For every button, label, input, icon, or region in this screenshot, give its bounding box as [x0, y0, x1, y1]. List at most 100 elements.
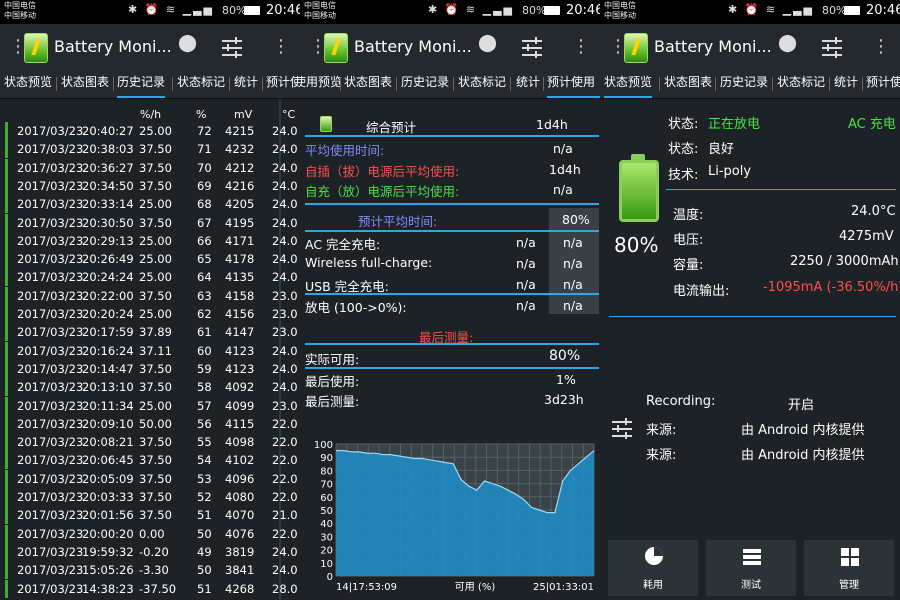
tab-history[interactable]: 历史记录	[720, 70, 768, 96]
table-row[interactable]: 2017/03/23 20:36:27 37.50 70 4212 24.0	[0, 158, 300, 177]
tab-history[interactable]: 历史记录	[401, 70, 449, 96]
tab-history[interactable]: 历史记录	[117, 70, 166, 98]
manage-button-label: 管理	[839, 580, 859, 591]
tab-charts[interactable]: 状态图表	[61, 70, 109, 96]
table-row[interactable]: 2017/03/23 20:06:45 37.50 54 4102 22.0	[0, 451, 300, 470]
tab-bar: 状态预览 状态图表 历史记录 状态标记 统计 预计使	[0, 70, 300, 99]
table-row[interactable]: 2017/03/23 20:20:24 25.00 62 4156 23.0	[0, 305, 300, 323]
tab-estimate[interactable]: 预计使	[866, 70, 900, 96]
app-title: Battery Moni...	[54, 37, 172, 56]
table-row[interactable]: 2017/03/23 20:33:14 25.00 68 4205 24.0	[0, 195, 300, 214]
y-tick-label: 80	[320, 466, 333, 477]
tab-estimate[interactable]: 预计使	[266, 70, 300, 96]
row-rate: 37.50	[139, 380, 172, 395]
table-row[interactable]: 2017/03/23 20:14:47 37.50 59 4123 24.0	[0, 359, 300, 378]
recording-value[interactable]: 开启	[788, 394, 814, 413]
location-pin-icon[interactable]: ⬤	[178, 33, 197, 53]
tab-markers[interactable]: 状态标记	[458, 70, 506, 96]
tab-charts[interactable]: 状态图表	[664, 70, 712, 96]
status-icons: ✱ ⏰ ≋ ▁▃▅	[128, 3, 214, 16]
row-time: 20:24:24	[82, 270, 134, 285]
app-bar: ⋮ Battery Moni... ⬤ ⋮	[600, 24, 900, 70]
table-row[interactable]: 2017/03/23 20:29:13 25.00 66 4171 24.0	[0, 231, 300, 250]
tab-markers[interactable]: 状态标记	[777, 70, 825, 96]
divider-line	[305, 135, 599, 137]
overflow-menu-icon[interactable]: ⋮	[572, 36, 590, 57]
estimate-title-value: 1d4h	[536, 117, 568, 132]
row-date: 2017/03/23	[17, 288, 84, 303]
location-pin-icon[interactable]: ⬤	[778, 33, 797, 53]
clock: 20:46	[866, 3, 900, 18]
tab-stats[interactable]: 统计	[834, 70, 858, 96]
est-avg-value: 80%	[562, 212, 590, 227]
row-date: 2017/03/23	[17, 124, 84, 138]
row-time: 20:17:59	[82, 325, 134, 340]
tab-charts[interactable]: 状态图表	[344, 70, 392, 96]
usage-chart[interactable]: 0 10 20 30 40 50 60 70 80 90 100 14|17:53:09 可用 (%) 2…	[300, 430, 600, 600]
row-marker	[5, 561, 8, 580]
table-row[interactable]: 2017/03/23 20:05:09 37.50 53 4096 22.0	[0, 469, 300, 488]
tab-stats[interactable]: 统计	[234, 70, 258, 96]
row-mv: 4147	[225, 325, 255, 340]
row-temp: 22.0	[272, 490, 298, 504]
current-value: -1095mA (-36.50%/h)	[763, 280, 900, 295]
y-tick-label: 90	[320, 453, 333, 464]
row-date: 2017/03/23	[17, 233, 84, 248]
source-tune-icon[interactable]	[612, 418, 632, 439]
table-row[interactable]: 2017/03/23 20:34:50 37.50 69 4216 24.0	[0, 176, 300, 195]
row-mv: 4096	[225, 471, 255, 486]
voltage-label: 电压:	[673, 233, 704, 248]
table-row[interactable]: 2017/03/23 20:16:24 37.11 60 4123 24.0	[0, 341, 300, 360]
row-temp: 24.0	[272, 544, 298, 559]
row-percent: 68	[197, 197, 212, 212]
tab-overview[interactable]: 状态预览	[604, 70, 653, 98]
row-percent: 51	[197, 508, 212, 523]
table-row[interactable]: 2017/03/23 20:03:33 37.50 52 4080 22.0	[0, 488, 300, 506]
table-row[interactable]: 2017/03/23 20:40:27 25.00 72 4215 24.0	[0, 122, 300, 140]
row-date: 2017/03/23	[17, 361, 84, 376]
table-row[interactable]: 2017/03/23 20:24:24 25.00 64 4135 24.0	[0, 268, 300, 287]
table-row[interactable]: 2017/03/23 20:08:21 37.50 55 4098 22.0	[0, 433, 300, 452]
row-date: 2017/03/23	[17, 416, 84, 431]
row-rate: 37.50	[139, 361, 172, 376]
location-pin-icon[interactable]: ⬤	[478, 33, 497, 53]
source-label-2: 来源:	[646, 448, 677, 463]
grid-icon	[841, 548, 859, 566]
tune-icon[interactable]	[222, 37, 242, 58]
row-marker	[5, 506, 8, 525]
table-row[interactable]: 2017/03/23 20:11:34 25.00 57 4099 23.0	[0, 396, 300, 415]
tune-icon[interactable]	[522, 37, 542, 58]
tab-overview[interactable]: 状态预览	[4, 70, 52, 96]
table-row[interactable]: 2017/03/23 20:38:03 37.50 71 4232 24.0	[0, 140, 300, 159]
table-row[interactable]: 2017/03/23 19:59:32 -0.20 49 3819 24.0	[0, 542, 300, 561]
row-temp: 24.0	[272, 160, 298, 175]
y-tick-label: 70	[320, 480, 333, 491]
table-row[interactable]: 2017/03/23 20:17:59 37.89 61 4147 23.0	[0, 323, 300, 342]
row-time: 20:30:50	[82, 215, 134, 230]
row-rate: 37.50	[139, 508, 172, 523]
table-row[interactable]: 2017/03/23 20:09:10 50.00 56 4115 22.0	[0, 414, 300, 433]
row-mv: 4123	[225, 361, 255, 376]
table-row[interactable]: 2017/03/23 20:30:50 37.50 67 4195 24.0	[0, 213, 300, 232]
table-row[interactable]: 2017/03/23 20:26:49 25.00 65 4178 24.0	[0, 250, 300, 269]
tab-usage-preview[interactable]: 使用预览	[300, 70, 342, 96]
table-row[interactable]: 2017/03/23 20:01:56 37.50 51 4070 21.0	[0, 506, 300, 525]
x-start-label: 14|17:53:09	[336, 582, 397, 593]
overflow-menu-icon[interactable]: ⋮	[872, 36, 890, 57]
tune-icon[interactable]	[822, 37, 842, 58]
tab-estimate[interactable]: 预计使用	[547, 70, 600, 98]
table-row[interactable]: 2017/03/23 14:38:23 -37.50 51 4268 28.0	[0, 579, 300, 598]
row-date: 2017/03/23	[17, 563, 84, 578]
table-row[interactable]: 2017/03/23 20:13:10 37.50 58 4092 24.0	[0, 378, 300, 397]
row-marker	[5, 469, 8, 488]
table-row[interactable]: 2017/03/23 20:22:00 37.50 63 4158 23.0	[0, 286, 300, 305]
self-avg-value: n/a	[553, 182, 573, 197]
table-row[interactable]: 2017/03/23 20:00:20 0.00 50 4076 22.0	[0, 524, 300, 543]
row-mv: 4080	[225, 490, 255, 504]
overflow-menu-icon[interactable]: ⋮	[272, 36, 290, 57]
row-date: 2017/03/23	[17, 142, 84, 157]
tab-stats[interactable]: 统计	[516, 70, 540, 96]
current-label: 电流输出:	[673, 284, 730, 299]
tab-markers[interactable]: 状态标记	[177, 70, 225, 96]
table-row[interactable]: 2017/03/23 15:05:26 -3.30 50 3841 24.0	[0, 561, 300, 580]
